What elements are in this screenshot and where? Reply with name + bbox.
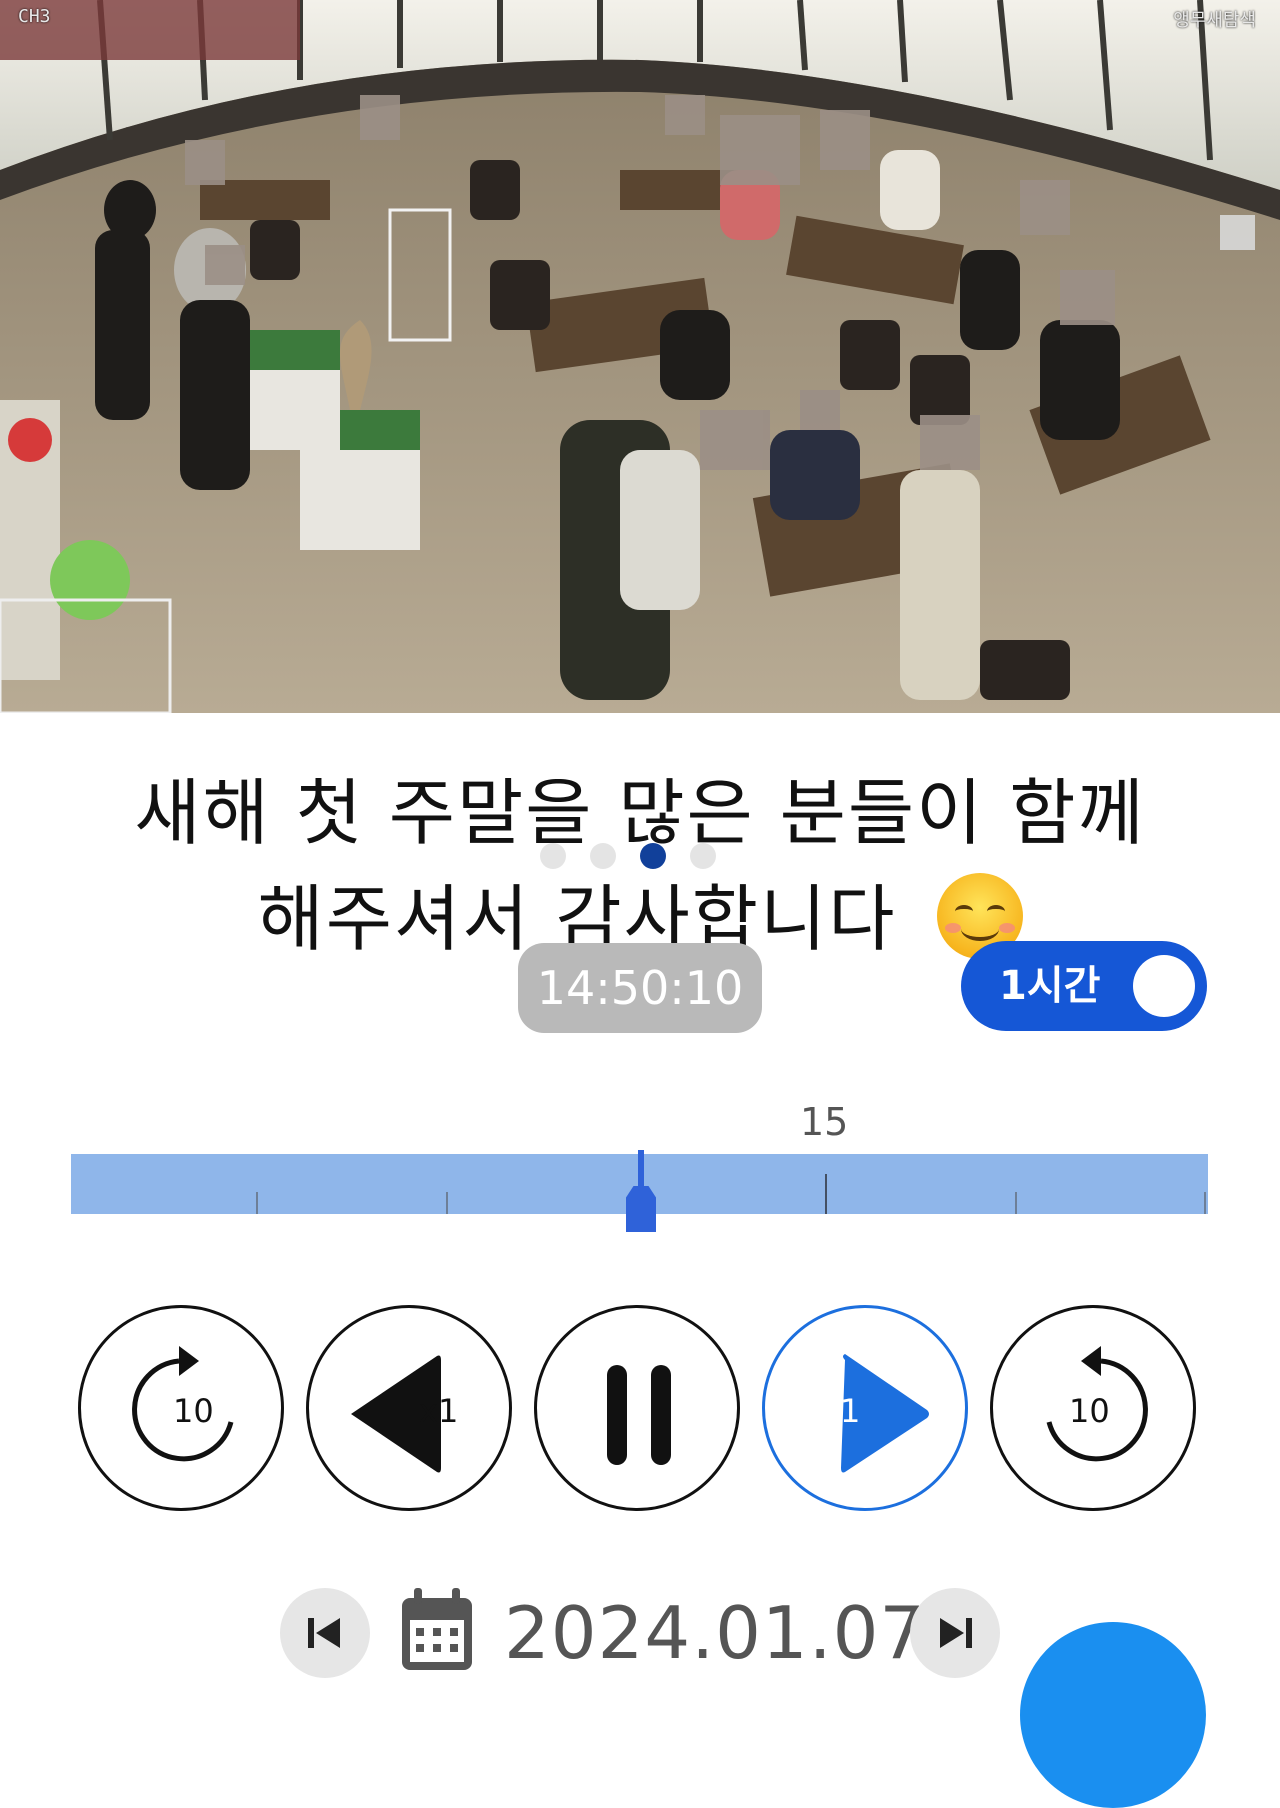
forward-seconds-label: 10 [1069, 1392, 1110, 1430]
calendar-button[interactable] [398, 1586, 476, 1674]
time-range-toggle[interactable]: 1시간 [961, 941, 1207, 1031]
current-time-display: 14:50:10 [518, 943, 762, 1033]
time-range-label: 1시간 [999, 963, 1101, 1009]
forward-play-button[interactable]: x1 [762, 1305, 968, 1511]
skip-previous-icon [308, 1618, 340, 1648]
next-day-button[interactable] [910, 1588, 1000, 1678]
reverse-speed-label: x1 [419, 1392, 459, 1430]
calendar-icon [402, 1588, 472, 1670]
page-dot-active[interactable] [640, 843, 666, 869]
timeline-hour-label: 15 [800, 1100, 849, 1144]
cctv-video-frame[interactable]: CH3 앵무새탐색 [0, 0, 1280, 713]
forward-speed-label: x1 [821, 1392, 861, 1430]
channel-label: CH3 [18, 6, 51, 27]
page-dot[interactable] [540, 843, 566, 869]
skip-next-icon [940, 1618, 972, 1648]
forward-10-button[interactable]: 10 [990, 1305, 1196, 1511]
play-icon [841, 1354, 929, 1473]
rewind-10-button[interactable]: 10 [78, 1305, 284, 1511]
timeline-cursor-handle[interactable] [626, 1186, 656, 1232]
reverse-play-icon [351, 1355, 441, 1473]
timeline-tick [1015, 1192, 1017, 1214]
toggle-knob [1133, 955, 1195, 1017]
timeline-cursor-line[interactable] [638, 1150, 644, 1186]
pause-icon [607, 1365, 671, 1465]
reverse-play-button[interactable]: x1 [306, 1305, 512, 1511]
rewind-seconds-label: 10 [173, 1392, 214, 1430]
timeline-tick [1204, 1192, 1206, 1214]
video-scene-image [0, 0, 1280, 713]
pause-button[interactable] [534, 1305, 740, 1511]
page-indicator [540, 843, 716, 869]
floating-action-button[interactable] [1020, 1622, 1206, 1808]
page-dot[interactable] [590, 843, 616, 869]
timeline-tick-major [825, 1174, 827, 1214]
timeline-tick [256, 1192, 258, 1214]
selected-date[interactable]: 2024.01.07 [504, 1588, 926, 1678]
camera-name: 앵무새탐색 [1173, 10, 1256, 31]
previous-day-button[interactable] [280, 1588, 370, 1678]
page-dot[interactable] [690, 843, 716, 869]
timeline-tick [446, 1192, 448, 1214]
